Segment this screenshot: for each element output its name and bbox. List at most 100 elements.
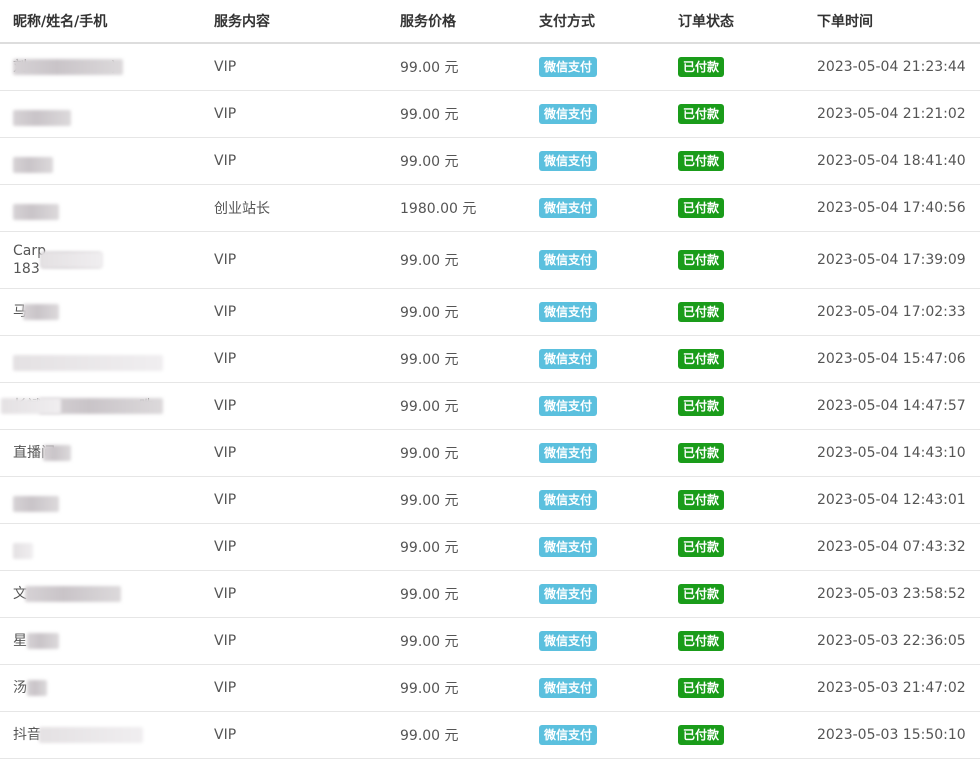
redaction-blur xyxy=(23,303,59,320)
cell-payment: 微信支付 xyxy=(526,476,665,524)
payment-method-badge: 微信支付 xyxy=(539,442,598,463)
cell-price: 99.00 元 xyxy=(387,664,526,712)
column-header-status: 订单状态 xyxy=(665,0,804,44)
payment-method-badge: 微信支付 xyxy=(539,103,598,124)
cell-customer xyxy=(0,523,201,571)
cell-status: 已付款 xyxy=(665,664,804,712)
order-status-badge: 已付款 xyxy=(678,56,725,77)
column-header-service: 服务内容 xyxy=(201,0,387,44)
payment-method-badge: 微信支付 xyxy=(539,197,598,218)
cell-service: VIP xyxy=(201,231,387,289)
order-status-badge: 已付款 xyxy=(678,103,725,124)
cell-customer: 文 xyxy=(0,570,201,618)
customer-name: 汤 xyxy=(13,679,47,697)
cell-customer: 星 xyxy=(0,617,201,665)
payment-method-badge: 微信支付 xyxy=(539,489,598,510)
cell-service: VIP xyxy=(201,523,387,571)
payment-method-badge: 微信支付 xyxy=(539,56,598,77)
cell-status: 已付款 xyxy=(665,137,804,185)
cell-service: VIP xyxy=(201,664,387,712)
order-status-badge: 已付款 xyxy=(678,197,725,218)
redaction-blur xyxy=(27,679,47,696)
cell-customer: Carp 183 xyxy=(0,231,201,289)
table-row: 文 VIP 99.00 元微信支付 已付款 2023-05-03 23:58:52 xyxy=(0,570,980,618)
cell-service: VIP xyxy=(201,382,387,430)
cell-price: 99.00 元 xyxy=(387,43,526,91)
table-header-row: 昵称/姓名/手机 服务内容 服务价格 支付方式 订单状态 下单时间 xyxy=(0,0,980,44)
cell-status: 已付款 xyxy=(665,90,804,138)
redaction-blur xyxy=(39,726,143,743)
cell-order-time: 2023-05-04 07:43:32 xyxy=(804,523,980,571)
cell-order-time: 2023-05-04 21:21:02 xyxy=(804,90,980,138)
cell-price: 99.00 元 xyxy=(387,429,526,477)
cell-customer xyxy=(0,184,201,232)
cell-payment: 微信支付 xyxy=(526,617,665,665)
cell-payment: 微信支付 xyxy=(526,382,665,430)
cell-payment: 微信支付 xyxy=(526,288,665,336)
cell-price: 1980.00 元 xyxy=(387,184,526,232)
table-row: 汤 VIP 99.00 元微信支付 已付款 2023-05-03 21:47:02 xyxy=(0,664,980,712)
redaction-blur xyxy=(13,203,59,220)
column-header-price: 服务价格 xyxy=(387,0,526,44)
cell-customer xyxy=(0,137,201,185)
customer-name: 长斌 吽 xyxy=(1,397,163,415)
cell-status: 已付款 xyxy=(665,617,804,665)
customer-name: 马 xyxy=(13,303,59,321)
cell-service: VIP xyxy=(201,570,387,618)
cell-order-time: 2023-05-04 14:47:57 xyxy=(804,382,980,430)
cell-payment: 微信支付 xyxy=(526,570,665,618)
cell-payment: 微信支付 xyxy=(526,43,665,91)
redaction-blur xyxy=(13,156,53,173)
cell-price: 99.00 元 xyxy=(387,570,526,618)
cell-status: 已付款 xyxy=(665,335,804,383)
payment-method-badge: 微信支付 xyxy=(539,301,598,322)
order-status-badge: 已付款 xyxy=(678,536,725,557)
cell-customer: 刘 ) xyxy=(0,43,201,91)
payment-method-badge: 微信支付 xyxy=(539,583,598,604)
cell-status: 已付款 xyxy=(665,382,804,430)
cell-payment: 微信支付 xyxy=(526,664,665,712)
customer-name: Carp 183 xyxy=(13,242,103,278)
cell-order-time: 2023-05-04 12:43:01 xyxy=(804,476,980,524)
cell-payment: 微信支付 xyxy=(526,231,665,289)
table-row: 长斌 吽 VIP99.00 元微信支付 已付款 2023-05-04 14:47:57 xyxy=(0,382,980,430)
cell-status: 已付款 xyxy=(665,523,804,571)
order-status-badge: 已付款 xyxy=(678,150,725,171)
payment-method-badge: 微信支付 xyxy=(539,724,598,745)
table-row: VIP 99.00 元微信支付 已付款 2023-05-04 21:21:02 xyxy=(0,90,980,138)
customer-name: 星 xyxy=(13,632,59,650)
cell-price: 99.00 元 xyxy=(387,90,526,138)
table-row: 抖音 VIP 99.00 元微信支付 已付款 2023-05-03 15:50:10 xyxy=(0,711,980,759)
table-row: VIP 99.00 元微信支付 已付款 2023-05-04 07:43:32 xyxy=(0,523,980,571)
redaction-blur xyxy=(13,109,71,126)
cell-order-time: 2023-05-03 23:58:52 xyxy=(804,570,980,618)
cell-service: VIP xyxy=(201,137,387,185)
cell-payment: 微信支付 xyxy=(526,137,665,185)
cell-customer: 长斌 吽 xyxy=(0,382,201,430)
order-status-badge: 已付款 xyxy=(678,724,725,745)
table-row: VIP 99.00 元微信支付 已付款 2023-05-04 18:41:40 xyxy=(0,137,980,185)
cell-order-time: 2023-05-04 17:40:56 xyxy=(804,184,980,232)
cell-status: 已付款 xyxy=(665,184,804,232)
payment-method-badge: 微信支付 xyxy=(539,395,598,416)
cell-service: VIP xyxy=(201,335,387,383)
cell-payment: 微信支付 xyxy=(526,711,665,759)
redaction-blur xyxy=(13,354,163,371)
cell-price: 99.00 元 xyxy=(387,137,526,185)
cell-payment: 微信支付 xyxy=(526,335,665,383)
cell-payment: 微信支付 xyxy=(526,523,665,571)
cell-payment: 微信支付 xyxy=(526,90,665,138)
cell-service: 创业站长 xyxy=(201,184,387,232)
redaction-blur xyxy=(43,444,71,461)
cell-customer: 汤 xyxy=(0,664,201,712)
cell-payment: 微信支付 xyxy=(526,184,665,232)
customer-name: 抖音 xyxy=(13,726,143,744)
payment-method-badge: 微信支付 xyxy=(539,249,598,270)
cell-service: VIP xyxy=(201,288,387,336)
column-header-payment: 支付方式 xyxy=(526,0,665,44)
orders-table: 昵称/姓名/手机 服务内容 服务价格 支付方式 订单状态 下单时间 刘 ) VIP… xyxy=(0,0,980,759)
cell-customer: 直播间 xyxy=(0,429,201,477)
cell-service: VIP xyxy=(201,711,387,759)
cell-service: VIP xyxy=(201,476,387,524)
order-status-badge: 已付款 xyxy=(678,677,725,698)
